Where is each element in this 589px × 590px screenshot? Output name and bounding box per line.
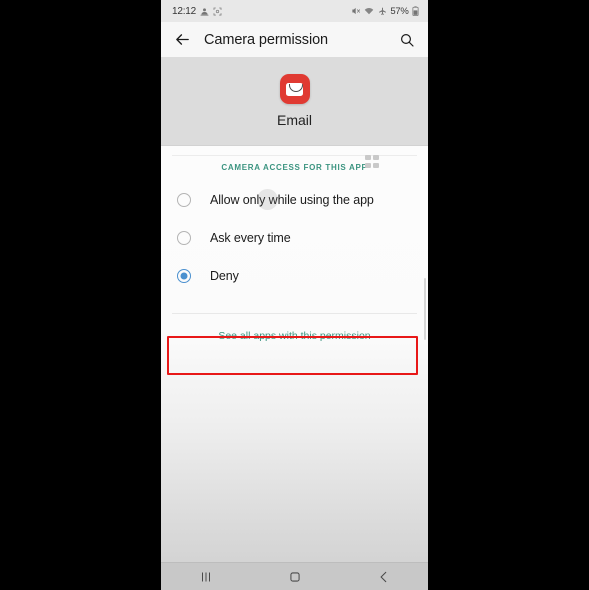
option-label: Allow only while using the app [210,193,374,207]
mute-icon [352,7,360,15]
status-bar-left: 12:12 [172,6,222,17]
search-icon[interactable] [398,31,415,48]
page-title: Camera permission [204,31,329,48]
action-bar: Camera permission [161,22,428,57]
section-divider [172,155,417,156]
footer-divider [172,313,417,314]
status-bar: 12:12 57% [161,0,428,22]
app-name-label: Email [276,112,312,128]
option-deny[interactable]: Deny [161,257,428,295]
section-header: CAMERA ACCESS FOR THIS APP [161,146,428,181]
email-app-icon [279,74,310,104]
back-icon[interactable] [362,563,406,590]
grid-2x2-icon [365,155,379,168]
option-ask-every-time[interactable]: Ask every time [161,219,428,257]
battery-icon [412,6,419,16]
home-icon[interactable] [273,563,317,590]
scan-icon [213,7,222,15]
option-label: Deny [210,269,239,283]
radio-ask-every-time[interactable] [177,231,191,245]
recents-icon[interactable] [184,563,228,590]
screenshot-stage: 12:12 57% Camera permission Email CAMERA… [0,0,589,590]
wifi-icon [365,8,374,15]
option-label: Ask every time [210,231,291,245]
option-allow-while-using[interactable]: Allow only while using the app [161,181,428,219]
contact-sync-icon [200,7,209,16]
battery-percentage: 57% [390,5,409,17]
app-header: Email [161,57,428,146]
envelope-glyph [286,82,303,96]
back-arrow-icon[interactable] [174,31,191,48]
status-bar-clock: 12:12 [172,5,197,17]
navigation-bar [161,562,428,590]
scrollbar[interactable] [424,278,426,340]
permission-content: CAMERA ACCESS FOR THIS APP Allow only wh… [161,146,428,590]
radio-deny[interactable] [177,269,191,283]
phone-screen: 12:12 57% Camera permission Email CAMERA… [161,0,428,590]
status-bar-right: 57% [351,6,419,17]
radio-allow-while-using[interactable] [177,193,191,207]
airplane-mode-icon [378,7,386,15]
see-all-apps-link[interactable]: See all apps with this permission [161,330,428,342]
section-label: CAMERA ACCESS FOR THIS APP [221,163,368,172]
